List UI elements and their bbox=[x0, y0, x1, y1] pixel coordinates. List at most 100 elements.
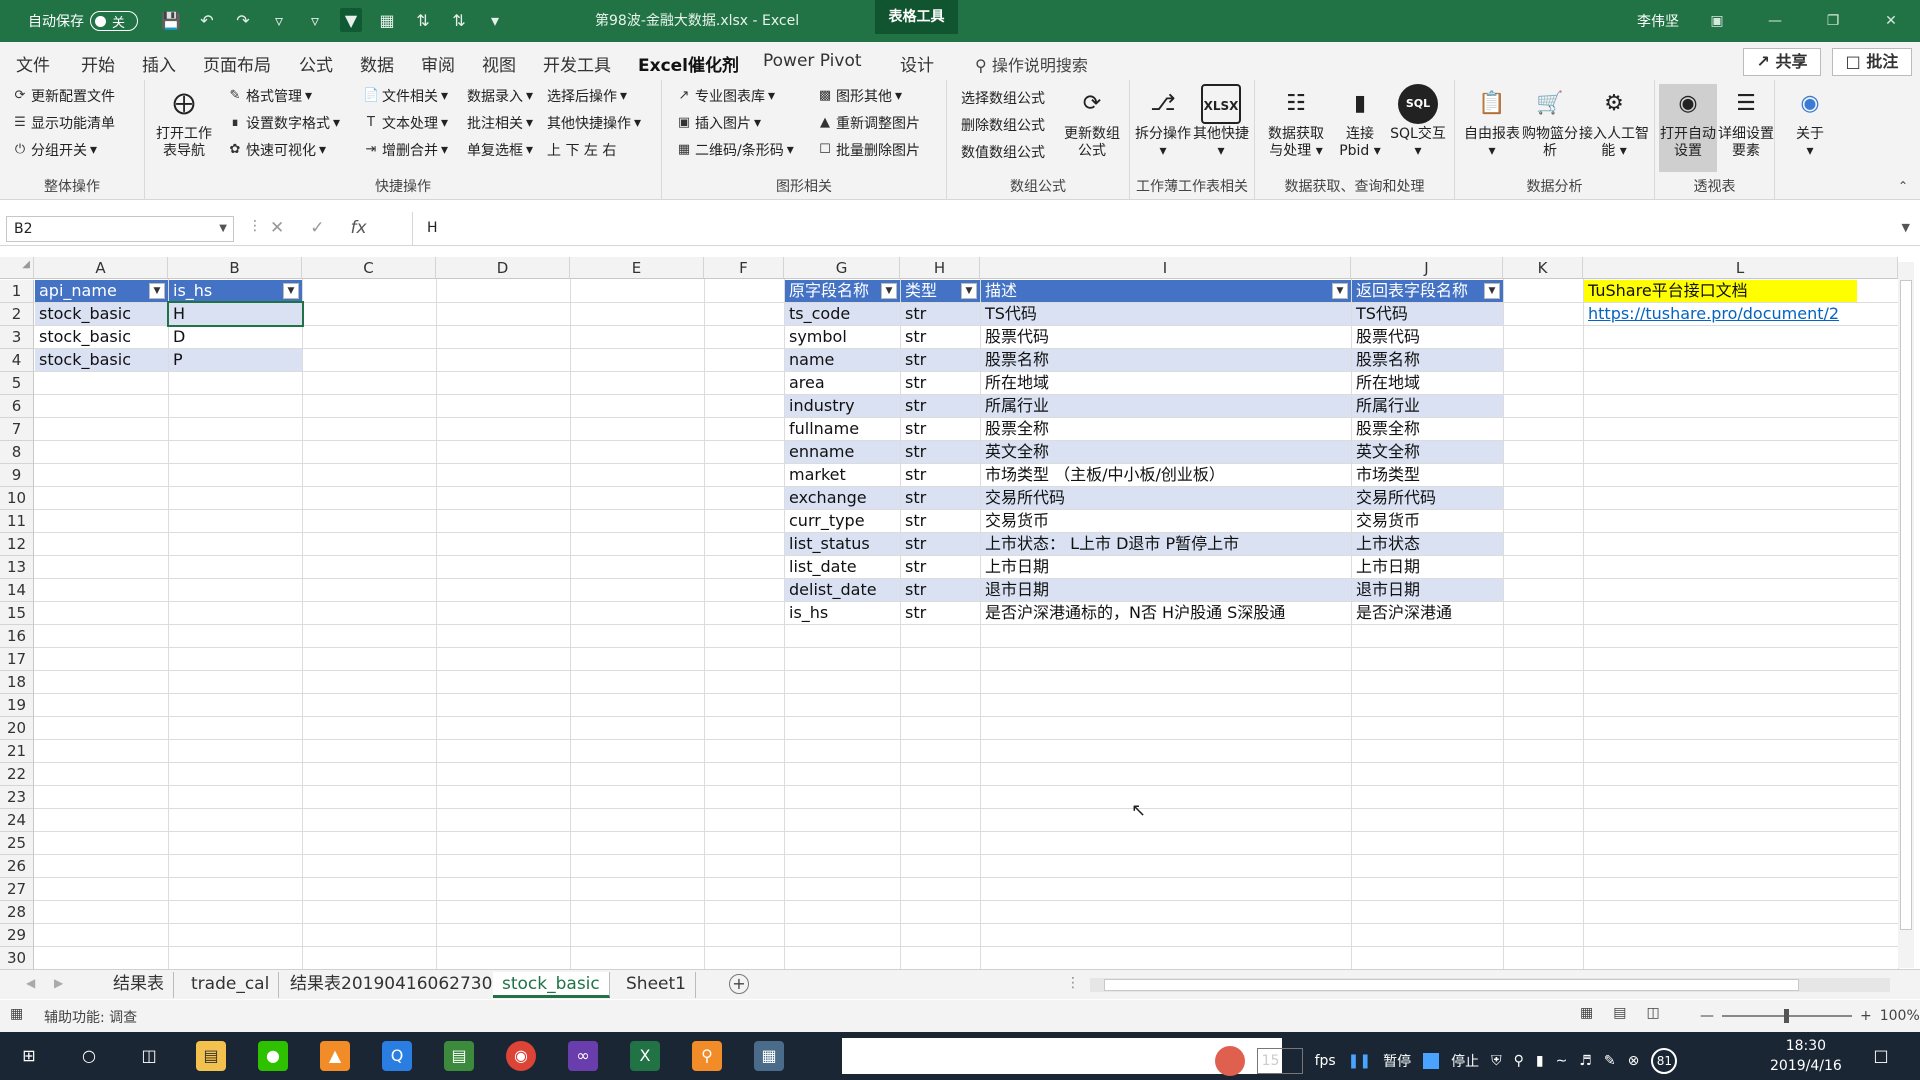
windows-start-icon[interactable]: ⊞ bbox=[14, 1041, 44, 1071]
table2-cell[interactable]: industry bbox=[785, 395, 900, 417]
data-fetch-process-button[interactable]: ☷ 数据获取与处理 ▾ bbox=[1263, 84, 1329, 160]
row-header[interactable]: 1 bbox=[0, 280, 34, 303]
value-array-formula-button[interactable]: 数值数组公式 bbox=[961, 142, 1045, 162]
table2-cell[interactable]: list_date bbox=[785, 556, 900, 578]
zoom-slider[interactable] bbox=[1722, 1009, 1852, 1023]
worksheet-grid[interactable]: ◢ A B C D E F G H I J K L 1 2 3 4 5 6 7 8 9 10 11 1… bbox=[0, 257, 1920, 969]
select-all-corner[interactable]: ◢ bbox=[0, 257, 34, 279]
table1-cell-selected[interactable]: H bbox=[167, 301, 304, 327]
table2-cell[interactable]: 股票代码 bbox=[981, 326, 1351, 348]
file-explorer-icon[interactable]: ▤ bbox=[196, 1041, 226, 1071]
record-indicator-icon[interactable] bbox=[1214, 1046, 1245, 1076]
table1-cell[interactable]: D bbox=[169, 326, 302, 348]
insert-picture-button[interactable]: ▣ 插入图片 ▾ bbox=[676, 113, 761, 133]
table2-cell[interactable]: 英文全称 bbox=[1352, 441, 1503, 463]
col-header-g[interactable]: G bbox=[784, 257, 900, 279]
col-header-h[interactable]: H bbox=[900, 257, 980, 279]
col-header-e[interactable]: E bbox=[570, 257, 704, 279]
row-header[interactable]: 17 bbox=[0, 648, 34, 671]
restore-icon[interactable]: ❐ bbox=[1804, 0, 1862, 42]
redo-icon[interactable]: ↷ bbox=[232, 8, 254, 32]
graphic-other-button[interactable]: ▩ 图形其他 ▾ bbox=[817, 86, 902, 106]
table2-cell[interactable]: 是否沪深港通标的，N否 H沪股通 S深股通 bbox=[981, 602, 1351, 624]
page-break-view-icon[interactable]: ◫ bbox=[1646, 1005, 1659, 1021]
insert-function-icon[interactable]: fx bbox=[351, 218, 367, 238]
chrome-icon[interactable]: ◉ bbox=[506, 1041, 536, 1071]
columns-icon[interactable]: ▦ bbox=[376, 8, 398, 32]
table2-cell[interactable]: str bbox=[901, 441, 980, 463]
name-box[interactable]: B2 ▼ bbox=[6, 216, 234, 242]
zoom-level[interactable]: 100% bbox=[1880, 1008, 1920, 1024]
table2-cell[interactable]: str bbox=[901, 464, 980, 486]
notification-badge[interactable]: 81 bbox=[1651, 1048, 1678, 1074]
tab-insert[interactable]: 插入 bbox=[142, 51, 176, 76]
table2-cell[interactable]: 股票代码 bbox=[1352, 326, 1503, 348]
tab-power-pivot[interactable]: Power Pivot bbox=[763, 51, 862, 71]
col-header-k[interactable]: K bbox=[1503, 257, 1583, 279]
table2-cell[interactable]: 市场类型 （主板/中小板/创业板） bbox=[981, 464, 1351, 486]
tab-split-grip-icon[interactable]: ⋮ bbox=[1066, 975, 1080, 991]
row-header[interactable]: 26 bbox=[0, 855, 34, 878]
table2-cell[interactable]: str bbox=[901, 349, 980, 371]
sheet-tab-sheet1[interactable]: Sheet1 bbox=[617, 972, 696, 998]
zoom-out-icon[interactable]: — bbox=[1700, 1008, 1714, 1024]
row-header[interactable]: 5 bbox=[0, 372, 34, 395]
sheet-tab-stock-basic[interactable]: stock_basic bbox=[493, 972, 610, 998]
filter-dropdown-icon[interactable]: ▼ bbox=[961, 283, 977, 299]
close-circle-icon[interactable]: ⊗ bbox=[1628, 1053, 1640, 1069]
add-sheet-icon[interactable]: + bbox=[729, 974, 749, 994]
fps-value[interactable]: 15 bbox=[1256, 1048, 1303, 1074]
row-header[interactable]: 20 bbox=[0, 717, 34, 740]
filter-dropdown-icon[interactable]: ▼ bbox=[1332, 283, 1348, 299]
table1-cell[interactable]: P bbox=[169, 349, 302, 371]
battery-icon[interactable]: ▮ bbox=[1536, 1053, 1544, 1069]
table2-cell[interactable]: 股票全称 bbox=[1352, 418, 1503, 440]
table2-cell[interactable]: 上市日期 bbox=[1352, 556, 1503, 578]
select-array-formula-button[interactable]: 选择数组公式 bbox=[961, 88, 1045, 108]
tab-developer[interactable]: 开发工具 bbox=[543, 51, 611, 76]
row-header[interactable]: 18 bbox=[0, 671, 34, 694]
table2-cell[interactable]: str bbox=[901, 533, 980, 555]
pen-icon[interactable]: ✎ bbox=[1604, 1053, 1616, 1069]
col-header-d[interactable]: D bbox=[436, 257, 570, 279]
table2-cell[interactable]: 是否沪深港通 bbox=[1352, 602, 1503, 624]
row-header[interactable]: 11 bbox=[0, 510, 34, 533]
tab-formulas[interactable]: 公式 bbox=[299, 51, 333, 76]
prev-sheet-icon[interactable]: ◀ bbox=[26, 976, 35, 990]
data-entry-button[interactable]: 数据录入 ▾ bbox=[467, 86, 533, 106]
comment-related-button[interactable]: 批注相关 ▾ bbox=[467, 113, 533, 133]
update-array-formula-button[interactable]: ⟳ 更新数组公式 bbox=[1063, 84, 1121, 160]
visual-studio-icon[interactable]: ∞ bbox=[568, 1041, 598, 1071]
settings-gear-icon[interactable]: ⚙ bbox=[1190, 1053, 1203, 1069]
row-header[interactable]: 23 bbox=[0, 786, 34, 809]
table2-cell[interactable]: delist_date bbox=[785, 579, 900, 601]
col-header-j[interactable]: J bbox=[1351, 257, 1503, 279]
open-sheet-navigator-button[interactable]: ⨁ 打开工作表导航 bbox=[155, 84, 213, 160]
pause-button[interactable]: 暂停 bbox=[1383, 1051, 1411, 1071]
task-view-icon[interactable]: ◫ bbox=[134, 1041, 164, 1071]
number-format-button[interactable]: ∎ 设置数字格式 ▾ bbox=[227, 113, 340, 133]
table2-cell[interactable]: list_status bbox=[785, 533, 900, 555]
shield-icon[interactable]: ⛨ bbox=[1491, 1053, 1502, 1069]
chart-library-button[interactable]: ↗ 专业图表库 ▾ bbox=[676, 86, 775, 106]
table2-cell[interactable]: 退市日期 bbox=[1352, 579, 1503, 601]
table2-cell[interactable]: name bbox=[785, 349, 900, 371]
table2-cell[interactable]: str bbox=[901, 395, 980, 417]
customize-qat-icon[interactable]: ▾ bbox=[484, 8, 506, 32]
table2-cell[interactable]: 所在地域 bbox=[981, 372, 1351, 394]
tab-design[interactable]: 设计 bbox=[900, 51, 934, 76]
sheet-tab-result-timestamp[interactable]: 结果表20190416062730 bbox=[281, 972, 503, 998]
cortana-icon[interactable]: ○ bbox=[74, 1041, 104, 1071]
search-tool-icon[interactable]: ⚲ bbox=[692, 1041, 722, 1071]
table2-cell[interactable]: str bbox=[901, 487, 980, 509]
row-header[interactable]: 12 bbox=[0, 533, 34, 556]
table2-cell[interactable]: 交易货币 bbox=[981, 510, 1351, 532]
autosave-toggle[interactable]: 自动保存 关 bbox=[28, 11, 138, 31]
delete-array-formula-button[interactable]: 删除数组公式 bbox=[961, 115, 1045, 135]
row-header[interactable]: 6 bbox=[0, 395, 34, 418]
after-select-ops-button[interactable]: 选择后操作 ▾ bbox=[547, 86, 627, 106]
detail-setting-button[interactable]: ☰ 详细设置要素 bbox=[1717, 84, 1775, 160]
chart-app-icon[interactable]: ▤ bbox=[444, 1041, 474, 1071]
name-box-dropdown-icon[interactable]: ▼ bbox=[219, 217, 227, 241]
qrcode-button[interactable]: ▦ 二维码/条形码 ▾ bbox=[676, 140, 794, 160]
